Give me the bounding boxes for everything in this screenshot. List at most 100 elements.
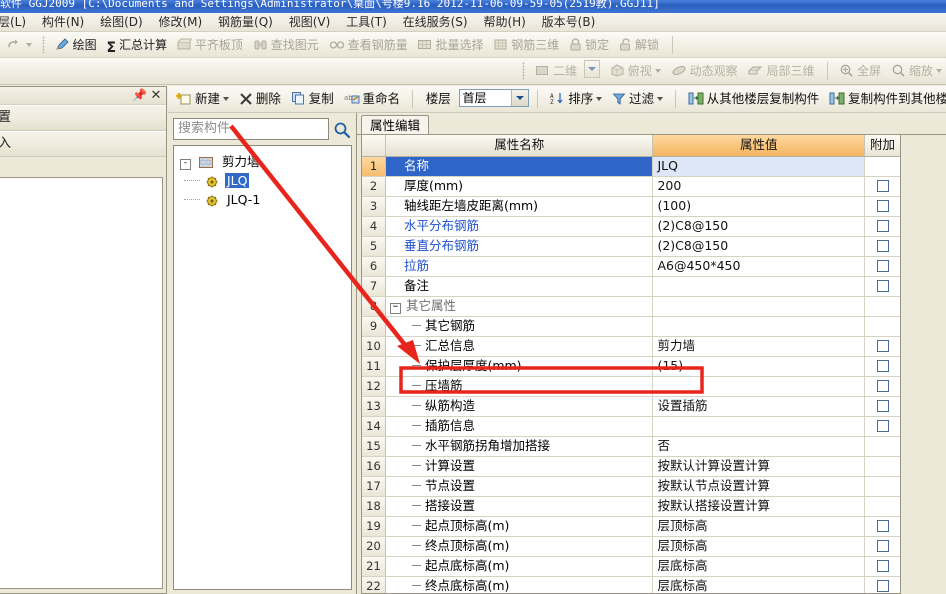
menu-modify[interactable]: 修改(M)	[153, 13, 209, 31]
property-name-cell[interactable]: 轴线距左墙皮距离(mm)	[386, 197, 654, 216]
property-value-cell[interactable]: 200	[653, 177, 866, 196]
attach-cell[interactable]	[865, 477, 900, 496]
rename-component-button[interactable]: ab 重命名	[341, 86, 404, 112]
tab-property-editor[interactable]: 属性编辑	[361, 115, 430, 136]
attach-checkbox[interactable]	[876, 240, 889, 252]
floor-select[interactable]: 首层	[458, 89, 529, 107]
filter-button[interactable]: 过滤	[609, 86, 666, 112]
toolbar-find-element[interactable]: 查找图元	[251, 33, 323, 57]
attach-checkbox[interactable]	[876, 520, 889, 532]
property-value-cell[interactable]: 层底标高	[653, 577, 866, 593]
menu-floor[interactable]: 层(L)	[0, 13, 32, 31]
table-row[interactable]: 7 备注	[362, 277, 900, 297]
property-value-cell[interactable]: 层顶标高	[653, 537, 866, 556]
property-value-cell[interactable]: 层顶标高	[653, 517, 866, 536]
tree-item-jlq[interactable]: JLQ	[180, 171, 351, 190]
header-attach[interactable]: 附加	[865, 135, 900, 156]
collapse-icon[interactable]: -	[180, 159, 191, 170]
table-row[interactable]: 12 压墙筋	[362, 377, 900, 397]
property-name-cell[interactable]: 压墙筋	[386, 377, 654, 396]
toolbar-dynamic-observe[interactable]: 动态观察	[669, 59, 742, 84]
copy-from-other-floor-button[interactable]: 从其他楼层复制构件	[685, 86, 823, 112]
attach-checkbox[interactable]	[876, 420, 889, 432]
property-name-cell[interactable]: − 其它属性	[386, 297, 654, 316]
header-property-value[interactable]: 属性值	[653, 135, 866, 156]
table-row[interactable]: 8− 其它属性	[362, 297, 900, 317]
menu-rebar-quantity[interactable]: 钢筋量(Q)	[212, 13, 279, 31]
attach-cell[interactable]	[865, 537, 900, 556]
property-name-cell[interactable]: 保护层厚度(mm)	[386, 357, 654, 376]
close-icon[interactable]: ✕	[149, 88, 163, 103]
collapse-icon[interactable]: −	[389, 303, 401, 314]
attach-checkbox[interactable]	[876, 340, 889, 352]
tree-item-jlq-1[interactable]: JLQ-1	[180, 190, 351, 209]
attach-cell[interactable]	[865, 217, 900, 236]
toolbar-view-rebar-quantity[interactable]: 查看钢筋量	[327, 33, 412, 57]
property-value-cell[interactable]: 按默认计算设置计算	[653, 457, 866, 476]
menu-online-service[interactable]: 在线服务(S)	[397, 13, 474, 31]
table-row[interactable]: 6 拉筋 A6@450*450	[362, 257, 900, 277]
table-row[interactable]: 16 计算设置 按默认计算设置计算	[362, 457, 900, 477]
attach-cell[interactable]	[865, 497, 900, 516]
toolbar-align-slab-top[interactable]: 平齐板顶	[175, 33, 247, 57]
table-row[interactable]: 15 水平钢筋拐角增加搭接 否	[362, 437, 900, 457]
property-value-cell[interactable]	[653, 277, 866, 296]
attach-cell[interactable]	[865, 397, 900, 416]
header-property-name[interactable]: 属性名称	[385, 135, 654, 156]
property-name-cell[interactable]: 拉筋	[386, 257, 654, 276]
property-name-cell[interactable]: 水平分布钢筋	[386, 217, 654, 236]
table-row[interactable]: 14 插筋信息	[362, 417, 900, 437]
table-row[interactable]: 9 其它钢筋	[362, 317, 900, 337]
copy-component-button[interactable]: 复制	[288, 86, 337, 112]
table-row[interactable]: 17 节点设置 按默认节点设置计算	[362, 477, 900, 497]
property-value-cell[interactable]	[653, 297, 866, 316]
redo-button[interactable]	[0, 33, 36, 57]
toolbar-2d[interactable]: 二维	[533, 59, 604, 84]
table-row[interactable]: 5 垂直分布钢筋 (2)C8@150	[362, 237, 900, 257]
table-row[interactable]: 10 汇总信息 剪力墙	[362, 337, 900, 357]
attach-cell[interactable]	[865, 377, 900, 396]
property-name-cell[interactable]: 插筋信息	[386, 417, 654, 436]
property-value-cell[interactable]	[653, 417, 866, 436]
property-name-cell[interactable]: 厚度(mm)	[386, 177, 654, 196]
toolbar-lock[interactable]: 锁定	[567, 33, 613, 57]
property-name-cell[interactable]: 终点顶标高(m)	[386, 537, 654, 556]
attach-checkbox[interactable]	[876, 220, 889, 232]
toolbar-top-view[interactable]: 俯视	[608, 59, 665, 84]
menu-version[interactable]: 版本号(B)	[536, 13, 602, 31]
property-value-cell[interactable]: 按默认搭接设置计算	[653, 497, 866, 516]
toolbar-rebar-3d[interactable]: 钢筋三维	[491, 33, 563, 57]
attach-cell[interactable]	[865, 157, 900, 176]
property-value-cell[interactable]	[653, 317, 866, 336]
property-value-cell[interactable]: A6@450*450	[653, 257, 866, 276]
table-row[interactable]: 20 终点顶标高(m) 层顶标高	[362, 537, 900, 557]
delete-component-button[interactable]: 删除	[236, 86, 284, 112]
attach-checkbox[interactable]	[876, 280, 889, 292]
property-name-cell[interactable]: 终点底标高(m)	[386, 577, 654, 593]
attach-checkbox[interactable]	[876, 580, 889, 592]
attach-cell[interactable]	[865, 437, 900, 456]
property-name-cell[interactable]: 起点底标高(m)	[386, 557, 654, 576]
search-icon[interactable]	[333, 121, 351, 139]
pin-icon[interactable]: 📌	[132, 88, 147, 103]
tree-node-shear-wall[interactable]: - 剪力墙	[180, 152, 351, 171]
toolbar-summary-calc[interactable]: Σ 汇总计算	[105, 33, 172, 57]
property-name-cell[interactable]: 备注	[386, 277, 654, 296]
property-value-cell[interactable]: JLQ	[653, 157, 866, 176]
attach-cell[interactable]	[865, 317, 900, 336]
menu-component[interactable]: 构件(N)	[36, 13, 90, 31]
property-name-cell[interactable]: 名称	[385, 157, 654, 176]
table-row[interactable]: 22 终点底标高(m) 层底标高	[362, 577, 900, 593]
table-row[interactable]: 11 保护层厚度(mm) (15)	[362, 357, 900, 377]
sort-button[interactable]: AZ 排序	[547, 86, 605, 112]
toolbar-batch-select[interactable]: 批量选择	[415, 33, 487, 57]
property-value-cell[interactable]: (100)	[653, 197, 866, 216]
property-value-cell[interactable]	[653, 377, 866, 396]
property-name-cell[interactable]: 起点顶标高(m)	[386, 517, 654, 536]
table-row[interactable]: 2 厚度(mm) 200	[362, 177, 900, 197]
left-bar-draw-input[interactable]: 绘图输入	[0, 131, 166, 157]
attach-cell[interactable]	[865, 257, 900, 276]
property-value-cell[interactable]: 按默认节点设置计算	[653, 477, 866, 496]
attach-cell[interactable]	[865, 357, 900, 376]
property-value-cell[interactable]: (15)	[653, 357, 866, 376]
